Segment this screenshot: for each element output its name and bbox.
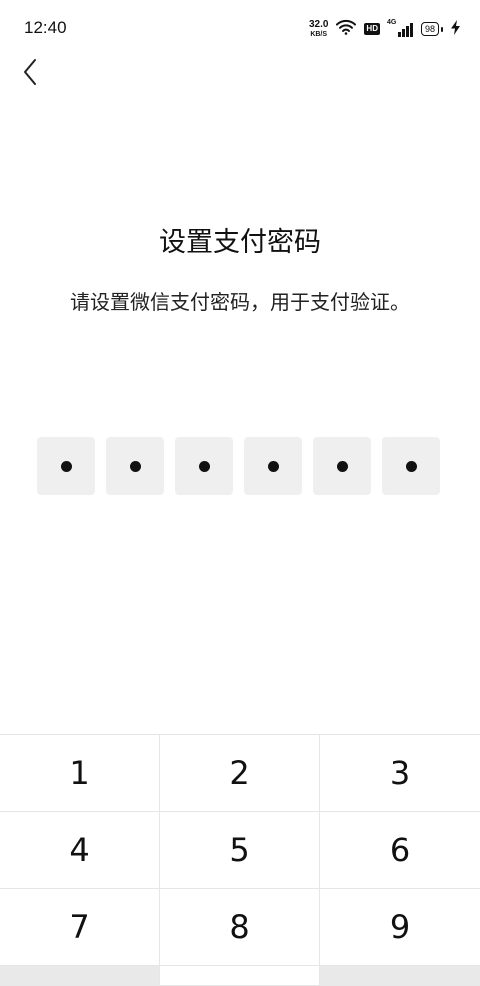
key-blank	[0, 966, 160, 986]
pin-box[interactable]	[382, 437, 440, 495]
key-9[interactable]: 9	[320, 889, 480, 966]
key-3[interactable]: 3	[320, 735, 480, 812]
status-icons: 32.0 KB/S HD 4G 98	[309, 18, 460, 40]
status-bar: 12:40 32.0 KB/S HD 4G 98	[0, 0, 480, 56]
back-button[interactable]	[12, 56, 48, 92]
key-4[interactable]: 4	[0, 812, 160, 889]
key-2[interactable]: 2	[160, 735, 320, 812]
hd-badge: HD	[364, 23, 380, 35]
key-6[interactable]: 6	[320, 812, 480, 889]
network-speed: 32.0 KB/S	[308, 19, 329, 39]
key-delete[interactable]	[320, 966, 480, 986]
page-subtitle: 请设置微信支付密码，用于支付验证。	[70, 290, 410, 314]
pin-box[interactable]	[175, 437, 233, 495]
signal-icon: 4G	[386, 19, 413, 37]
key-1[interactable]: 1	[0, 735, 160, 812]
network-type-label: 4G	[386, 19, 397, 26]
battery-icon: 98	[420, 22, 443, 36]
pin-dot	[267, 460, 279, 472]
pin-box[interactable]	[106, 437, 164, 495]
key-8[interactable]: 8	[160, 889, 320, 966]
numeric-keypad: 1 2 3 4 5 6 7 8 9	[0, 734, 480, 986]
battery-level: 98	[420, 22, 439, 36]
pin-dot	[336, 460, 348, 472]
wifi-icon	[336, 19, 357, 39]
pin-dot	[60, 460, 72, 472]
pin-dot	[405, 460, 417, 472]
pin-dot	[198, 460, 210, 472]
key-0[interactable]	[160, 966, 320, 986]
key-5[interactable]: 5	[160, 812, 320, 889]
network-speed-unit: KB/S	[310, 31, 328, 38]
chevron-left-icon	[22, 58, 38, 90]
network-speed-value: 32.0	[308, 19, 329, 30]
charging-bolt-icon	[451, 20, 460, 38]
page-title: 设置支付密码	[159, 227, 321, 258]
pin-input[interactable]	[37, 437, 440, 495]
pin-box[interactable]	[244, 437, 302, 495]
status-time: 12:40	[24, 18, 67, 37]
pin-dot	[129, 460, 141, 472]
pin-box[interactable]	[37, 437, 95, 495]
key-7[interactable]: 7	[0, 889, 160, 966]
pin-box[interactable]	[313, 437, 371, 495]
